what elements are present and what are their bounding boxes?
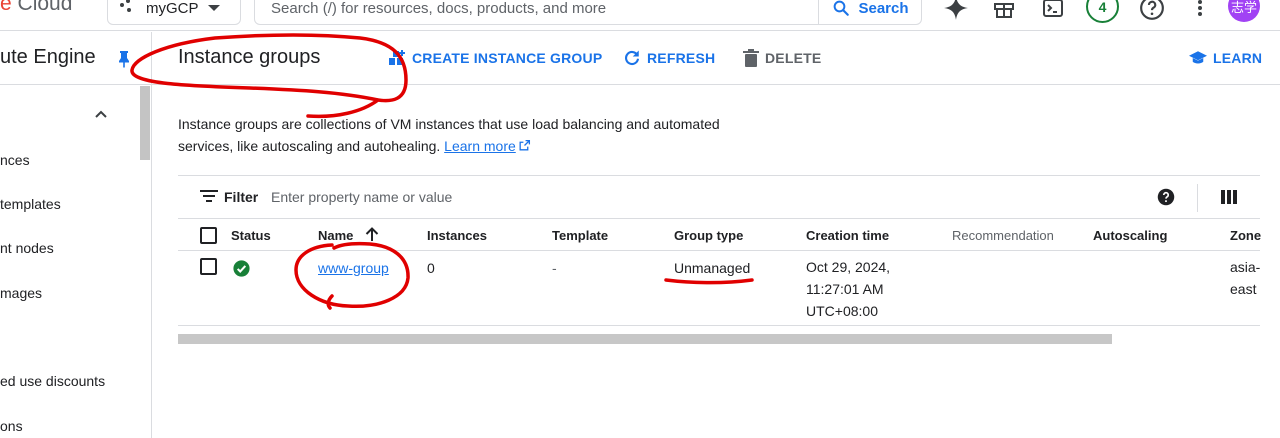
- more-vert-icon[interactable]: [1186, 0, 1214, 22]
- zone-line-2: east: [1230, 281, 1257, 297]
- template-value: -: [552, 260, 557, 276]
- chevron-up-icon[interactable]: [93, 106, 109, 122]
- project-dots-icon: [120, 0, 134, 15]
- search-input[interactable]: [271, 0, 811, 24]
- learn-label: LEARN: [1213, 50, 1263, 66]
- notifications-badge[interactable]: 4: [1086, 0, 1119, 23]
- creation-clock: 11:27:01 AM: [806, 281, 884, 297]
- refresh-label: REFRESH: [647, 50, 716, 66]
- top-bar: e Cloud myGCP Search 4 志学: [0, 0, 1280, 31]
- filter-label: Filter: [224, 189, 259, 205]
- horizontal-scrollbar[interactable]: [178, 334, 1112, 344]
- toolbar-divider: [1197, 184, 1198, 212]
- product-title: ute Engine: [0, 46, 96, 68]
- instance-group-name-link[interactable]: www-group: [318, 260, 389, 276]
- create-instance-group-label: CREATE INSTANCE GROUP: [412, 50, 603, 66]
- creation-time-value: Oct 29, 2024, 11:27:01 AM UTC+08:00: [806, 256, 890, 322]
- refresh-button[interactable]: REFRESH: [623, 49, 715, 67]
- sidebar-item-committed-use-discounts[interactable]: ed use discounts: [0, 373, 105, 389]
- caret-down-icon: [207, 5, 220, 11]
- delete-button[interactable]: DELETE: [743, 49, 821, 67]
- column-display-icon[interactable]: [1221, 190, 1237, 204]
- nav-scrollbar[interactable]: [140, 86, 150, 160]
- column-header-recommendation[interactable]: Recommendation: [952, 228, 1054, 243]
- sidebar-item-machine-images[interactable]: mages: [0, 285, 42, 301]
- column-header-template[interactable]: Template: [552, 228, 608, 243]
- zone-line-1: asia-: [1230, 259, 1261, 275]
- search-button[interactable]: Search: [818, 0, 922, 24]
- gift-icon[interactable]: [990, 0, 1018, 22]
- cloud-shell-icon[interactable]: [1039, 0, 1067, 22]
- table-row: www-group 0 - Unmanaged Oct 29, 2024, 11…: [178, 252, 1260, 326]
- help-icon[interactable]: [1157, 188, 1175, 206]
- group-type-value: Unmanaged: [674, 260, 751, 276]
- row-checkbox[interactable]: [200, 258, 217, 275]
- logo-text: Cloud: [11, 0, 73, 15]
- learn-more-link[interactable]: Learn more: [444, 138, 516, 154]
- project-label: myGCP: [146, 0, 199, 17]
- description-line-2: services, like autoscaling and autoheali…: [178, 138, 441, 154]
- description-line-1: Instance groups are collections of VM in…: [178, 116, 720, 132]
- column-header-status[interactable]: Status: [231, 228, 271, 243]
- filter-icon[interactable]: [200, 189, 218, 203]
- help-circle-icon[interactable]: [1138, 0, 1166, 22]
- filter-bar: Filter: [178, 175, 1260, 219]
- column-header-zone[interactable]: Zone: [1230, 228, 1261, 243]
- school-icon: [1189, 51, 1207, 64]
- column-header-creation-time[interactable]: Creation time: [806, 228, 889, 243]
- select-all-checkbox[interactable]: [200, 227, 217, 244]
- sidebar-item-instance-templates[interactable]: templates: [0, 196, 61, 212]
- add-group-icon: [389, 50, 405, 65]
- learn-button[interactable]: LEARN: [1189, 50, 1262, 66]
- column-header-group-type[interactable]: Group type: [674, 228, 743, 243]
- column-header-instances[interactable]: Instances: [427, 228, 487, 243]
- external-link-icon: [519, 139, 530, 151]
- google-cloud-logo[interactable]: e Cloud: [0, 0, 72, 16]
- side-nav: ute Engine nces templates nt nodes mages…: [0, 32, 152, 438]
- page-description: Instance groups are collections of VM in…: [178, 113, 778, 157]
- pin-icon[interactable]: [117, 50, 131, 68]
- page-header: Instance groups CREATE INSTANCE GROUP RE…: [152, 32, 1280, 85]
- delete-label: DELETE: [765, 50, 822, 66]
- sort-ascending-icon[interactable]: [365, 227, 379, 242]
- search-box: Search: [254, 0, 922, 25]
- avatar[interactable]: 志学: [1228, 0, 1260, 22]
- creation-timezone: UTC+08:00: [806, 303, 878, 319]
- refresh-icon: [625, 50, 640, 65]
- column-header-name[interactable]: Name: [318, 228, 353, 243]
- instances-count: 0: [427, 260, 435, 276]
- sidebar-item-vm-instances[interactable]: nces: [0, 152, 30, 168]
- learn-more-label: Learn more: [444, 138, 516, 154]
- sidebar-item-migrations[interactable]: ons: [0, 418, 23, 434]
- column-header-autoscaling[interactable]: Autoscaling: [1093, 228, 1167, 243]
- page-title: Instance groups: [178, 46, 321, 68]
- search-button-label: Search: [858, 0, 909, 17]
- logo-letter: e: [0, 0, 12, 15]
- filter-input[interactable]: [271, 185, 771, 209]
- create-instance-group-button[interactable]: CREATE INSTANCE GROUP: [388, 49, 602, 67]
- nav-divider: [0, 84, 151, 85]
- gemini-sparkle-icon[interactable]: [942, 0, 970, 22]
- check-circle-icon: [233, 260, 250, 277]
- creation-date: Oct 29, 2024,: [806, 259, 891, 275]
- sidebar-item-sole-tenant-nodes[interactable]: nt nodes: [0, 240, 54, 256]
- search-icon: [834, 0, 850, 16]
- table-header: Status Name Instances Template Group typ…: [178, 220, 1261, 251]
- zone-value: asia- east: [1230, 256, 1260, 300]
- trash-icon: [743, 49, 759, 67]
- project-picker[interactable]: myGCP: [107, 0, 241, 25]
